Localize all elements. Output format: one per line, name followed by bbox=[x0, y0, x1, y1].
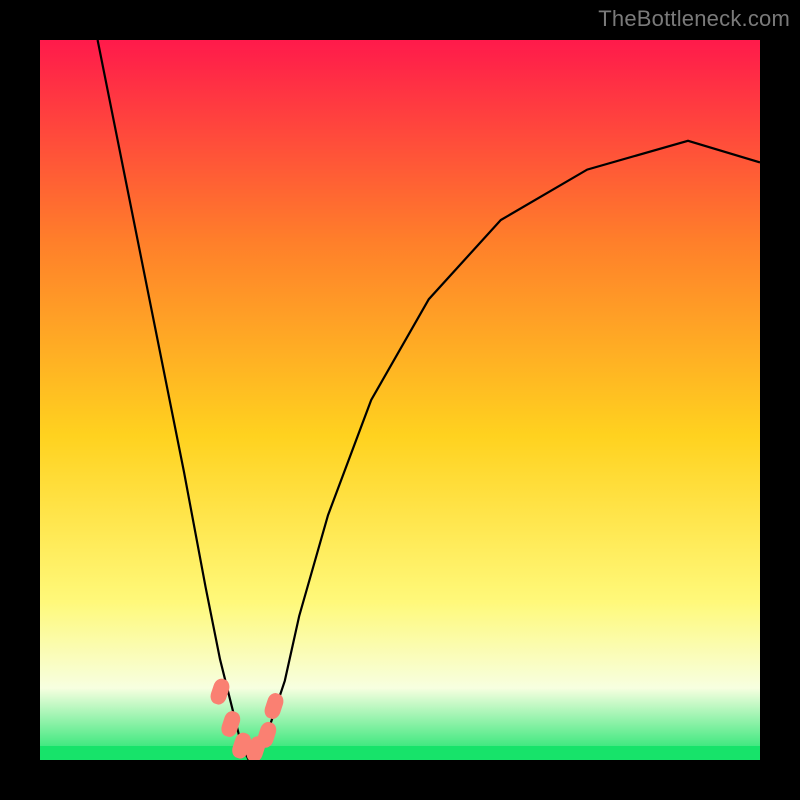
plot-area bbox=[40, 40, 760, 760]
bottom-green-band bbox=[40, 746, 760, 760]
watermark-text: TheBottleneck.com bbox=[598, 6, 790, 32]
gradient-background bbox=[40, 40, 760, 760]
chart-frame: TheBottleneck.com bbox=[0, 0, 800, 800]
chart-svg bbox=[40, 40, 760, 760]
